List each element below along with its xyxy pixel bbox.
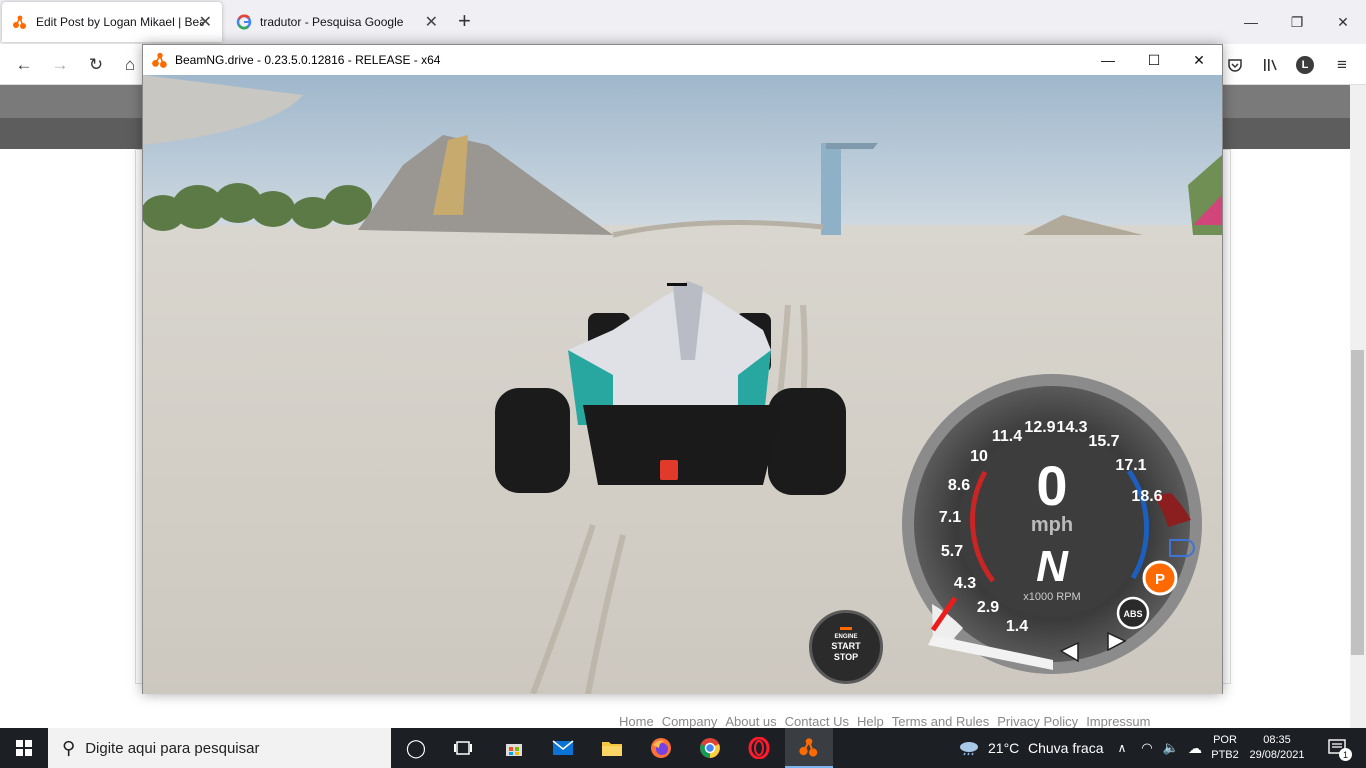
- library-icon[interactable]: [1257, 52, 1283, 78]
- reload-icon[interactable]: ↻: [83, 52, 109, 78]
- weather-rain-icon[interactable]: [957, 728, 981, 768]
- menu-icon[interactable]: ≡: [1329, 52, 1355, 78]
- minimize-icon[interactable]: —: [1228, 0, 1274, 44]
- footer-link-help[interactable]: Help: [857, 714, 884, 728]
- footer-link-contact[interactable]: Contact Us: [785, 714, 849, 728]
- beamng-taskbar-icon[interactable]: [785, 728, 833, 768]
- rpm-label: x1000 RPM: [1023, 591, 1080, 603]
- rpm-tick: 12.9: [1024, 419, 1055, 436]
- site-footer-links: Home Company About us Contact Us Help Te…: [619, 714, 1150, 728]
- pocket-icon[interactable]: [1222, 52, 1248, 78]
- language-indicator[interactable]: POR PTB2: [1208, 728, 1242, 768]
- stop-label: STOP: [833, 652, 859, 662]
- back-icon[interactable]: ←: [11, 52, 37, 78]
- rpm-tick: 5.7: [941, 543, 963, 560]
- opera-icon[interactable]: [737, 728, 781, 768]
- rpm-tick: 15.7: [1088, 433, 1119, 450]
- distant-tower: [821, 143, 841, 235]
- game-window-title: BeamNG.drive - 0.23.5.0.12816 - RELEASE …: [175, 53, 441, 67]
- tab-title: tradutor - Pesquisa Google: [260, 15, 404, 29]
- engine-indicator-bar: [840, 627, 852, 630]
- game-minimize-icon[interactable]: —: [1085, 45, 1131, 75]
- tab-edit-post[interactable]: Edit Post by Logan Mikael | Beam ✕: [2, 2, 222, 42]
- close-window-icon[interactable]: ✕: [1320, 0, 1366, 44]
- search-icon: ⚲: [62, 737, 76, 758]
- beamng-window[interactable]: BeamNG.drive - 0.23.5.0.12816 - RELEASE …: [142, 44, 1223, 694]
- wifi-icon[interactable]: ◠: [1138, 728, 1156, 768]
- rpm-tick: 10: [970, 448, 988, 465]
- notification-count-badge: 1: [1339, 748, 1352, 761]
- rpm-tick: 14.3: [1056, 419, 1087, 436]
- task-view-icon[interactable]: [442, 728, 484, 768]
- profile-initial: L: [1296, 56, 1314, 74]
- footer-link-privacy[interactable]: Privacy Policy: [997, 714, 1078, 728]
- notification-center-icon[interactable]: 1: [1318, 728, 1358, 768]
- close-tab-icon[interactable]: ✕: [425, 12, 438, 32]
- google-favicon-icon: [236, 14, 252, 30]
- file-explorer-icon[interactable]: [590, 728, 634, 768]
- abs-label: ABS: [1123, 609, 1142, 619]
- speed-value: 0: [1036, 454, 1067, 517]
- footer-link-home[interactable]: Home: [619, 714, 654, 728]
- windows-start-icon[interactable]: [0, 728, 48, 768]
- footer-link-impressum[interactable]: Impressum: [1086, 714, 1150, 728]
- browser-tabbar: Edit Post by Logan Mikael | Beam ✕ tradu…: [0, 0, 1366, 44]
- chrome-icon[interactable]: [688, 728, 732, 768]
- rpm-tick: 17.1: [1115, 457, 1146, 474]
- weather-description[interactable]: Chuva fraca: [1028, 728, 1103, 768]
- engine-label: ENGINE: [834, 634, 858, 640]
- gear-indicator: N: [1036, 542, 1069, 591]
- profile-avatar[interactable]: L: [1292, 52, 1318, 78]
- forward-icon[interactable]: →: [47, 52, 73, 78]
- rpm-tick: 18.6: [1131, 488, 1162, 505]
- new-tab-button[interactable]: +: [458, 10, 471, 32]
- engine-start-stop-button[interactable]: ENGINE START STOP: [809, 610, 883, 684]
- restore-icon[interactable]: ❐: [1274, 0, 1320, 44]
- speed-unit: mph: [1031, 514, 1073, 536]
- rpm-tick: 2.9: [977, 599, 999, 616]
- weather-temperature[interactable]: 21°C: [988, 728, 1019, 768]
- clock[interactable]: 08:35 29/08/2021: [1244, 728, 1310, 768]
- taskbar-search-input[interactable]: ⚲ Digite aqui para pesquisar: [48, 728, 391, 768]
- game-close-icon[interactable]: ✕: [1176, 45, 1222, 75]
- volume-icon[interactable]: 🔈: [1160, 728, 1182, 768]
- tab-title: Edit Post by Logan Mikael | Beam: [36, 15, 204, 29]
- rpm-tick: 1.4: [1006, 618, 1028, 635]
- rpm-tick: 8.6: [948, 477, 970, 494]
- clock-date: 29/08/2021: [1249, 749, 1305, 761]
- beamng-logo-icon: [152, 52, 167, 68]
- rpm-tick: 11.4: [992, 428, 1022, 445]
- game-titlebar[interactable]: BeamNG.drive - 0.23.5.0.12816 - RELEASE …: [143, 45, 1222, 75]
- start-label: START: [831, 641, 861, 651]
- footer-link-company[interactable]: Company: [662, 714, 718, 728]
- home-icon[interactable]: ⌂: [117, 52, 143, 78]
- search-placeholder: Digite aqui para pesquisar: [85, 739, 260, 757]
- tab-tradutor[interactable]: tradutor - Pesquisa Google ✕: [226, 0, 448, 44]
- beamng-favicon-icon: [12, 14, 28, 30]
- game-scene: 0 mph N x1000 RPM P ABS 1.4 2.9 4.3 5.7 …: [143, 75, 1222, 694]
- footer-link-about[interactable]: About us: [725, 714, 776, 728]
- firefox-icon[interactable]: [639, 728, 683, 768]
- windows-taskbar: ⚲ Digite aqui para pesquisar ◯ 21°C Chuv…: [0, 728, 1366, 768]
- rpm-tick: 4.3: [954, 575, 976, 592]
- mail-icon[interactable]: [541, 728, 585, 768]
- rpm-tick: 7.1: [939, 509, 961, 526]
- lang-top: POR: [1213, 734, 1237, 746]
- chevron-up-icon[interactable]: ∧: [1113, 728, 1131, 768]
- parking-brake-label: P: [1155, 571, 1165, 588]
- lang-bottom: PTB2: [1211, 749, 1239, 761]
- close-tab-icon[interactable]: ✕: [199, 12, 212, 32]
- store-icon[interactable]: [492, 728, 536, 768]
- game-viewport[interactable]: 0 mph N x1000 RPM P ABS 1.4 2.9 4.3 5.7 …: [143, 75, 1222, 694]
- onedrive-icon[interactable]: ☁: [1184, 728, 1206, 768]
- game-maximize-icon[interactable]: ☐: [1131, 45, 1177, 75]
- footer-link-terms[interactable]: Terms and Rules: [892, 714, 990, 728]
- cortana-icon[interactable]: ◯: [395, 728, 437, 768]
- scrollbar-thumb[interactable]: [1351, 350, 1364, 655]
- clock-time: 08:35: [1263, 734, 1291, 746]
